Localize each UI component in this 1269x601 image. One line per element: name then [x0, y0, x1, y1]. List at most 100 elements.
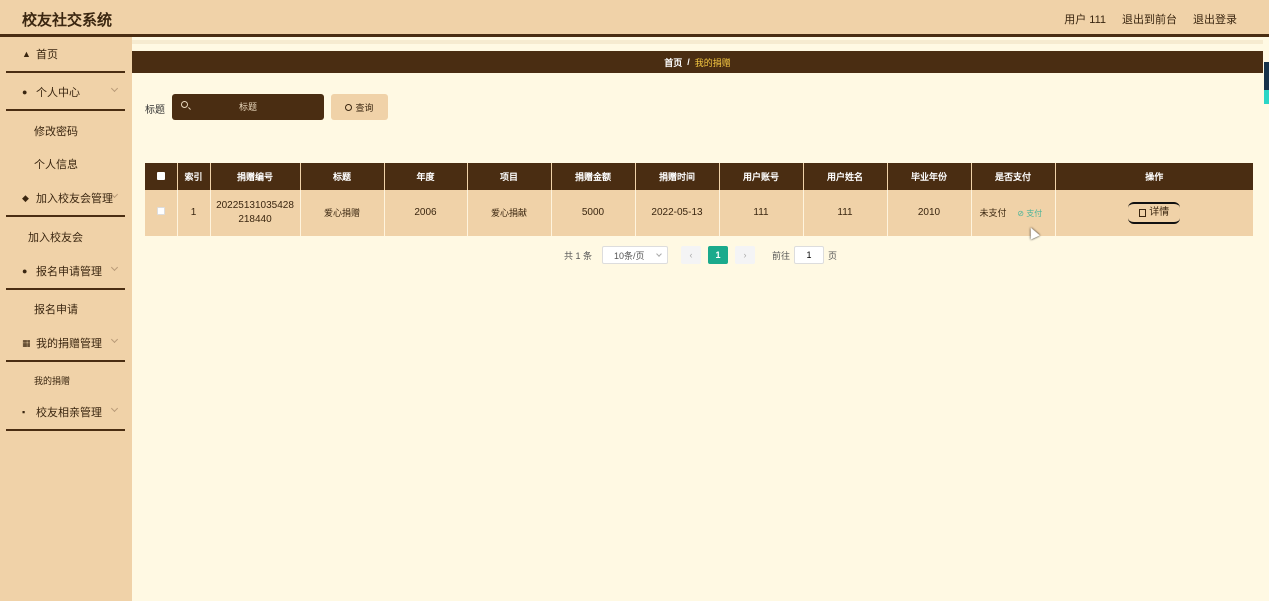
grid-icon: ▦	[22, 337, 31, 348]
user-label: 用户 111	[1064, 14, 1106, 26]
sidebar-item-change-password[interactable]: 修改密码	[6, 119, 125, 143]
sidebar-item-my-donation[interactable]: 我的捐赠	[6, 368, 125, 392]
table-row: 1 20225131035428 218440 爱心捐赠 2006 爱心捐献 5…	[145, 190, 1253, 236]
next-page-button[interactable]: ›	[735, 246, 756, 264]
search-icon	[345, 103, 353, 111]
column-header: 索引	[177, 163, 211, 190]
sidebar-item-label: 个人信息	[34, 159, 78, 171]
column-header: 用户姓名	[803, 163, 888, 190]
column-header: 用户账号	[719, 163, 804, 190]
sidebar-item-label: 报名申请	[34, 304, 78, 316]
search-input[interactable]	[196, 94, 300, 120]
cell-index: 1	[177, 190, 211, 236]
logout-link[interactable]: 退出登录	[1193, 11, 1237, 27]
page-size-value: 10条/页	[614, 250, 645, 261]
apps-icon: ▪	[22, 407, 26, 417]
sidebar-item-label: 我的捐赠	[34, 375, 71, 386]
sidebar-item-label: 加入校友会	[28, 232, 83, 244]
chevron-down-icon	[110, 84, 119, 93]
column-header: 是否支付	[971, 163, 1056, 190]
search-label: 标题	[145, 105, 165, 116]
donation-no-line-1: 20225131035428	[216, 200, 294, 211]
front-link[interactable]: 退出到前台	[1122, 11, 1177, 27]
sidebar-item-join-manage[interactable]: ◆ 加入校友会管理	[6, 181, 125, 217]
donation-no-line-2: 218440	[238, 214, 272, 225]
breadcrumb: 首页 / 我的捐赠	[132, 51, 1263, 73]
header-links: 用户 111 退出到前台 退出登录	[1064, 11, 1237, 27]
pay-icon: ⊘	[1017, 208, 1027, 218]
sidebar-item-label: 修改密码	[34, 126, 78, 138]
sidebar-item-label: 个人中心	[36, 87, 80, 99]
column-header: 捐赠金额	[551, 163, 636, 190]
search-icon	[181, 101, 188, 108]
pay-link-label: 支付	[1026, 208, 1043, 218]
page-number-current[interactable]: 1	[708, 246, 729, 264]
donation-table: 索引 捐赠编号 标题 年度 项目 捐赠金额 捐赠时间 用户账号 用户姓名 毕业年…	[145, 163, 1253, 236]
sidebar-item-signup[interactable]: 报名申请	[6, 297, 125, 321]
cell-donation-no: 20225131035428 218440	[210, 190, 301, 236]
sidebar-item-personal-center[interactable]: ● 个人中心	[6, 75, 125, 111]
chevron-down-icon	[656, 251, 662, 257]
goto-label: 前往	[772, 250, 791, 261]
column-header: 操作	[1055, 163, 1253, 190]
row-select-cell[interactable]	[145, 190, 178, 236]
sidebar-item-signup-manage[interactable]: ● 报名申请管理	[6, 254, 125, 290]
breadcrumb-home[interactable]: 首页	[664, 56, 682, 69]
sidebar-item-dating-manage[interactable]: ▪ 校友相亲管理	[6, 395, 125, 431]
column-header: 捐赠时间	[635, 163, 720, 190]
column-header: 捐赠编号	[210, 163, 301, 190]
sidebar-item-label: 我的捐赠管理	[36, 338, 102, 350]
cell-grad-year: 2010	[887, 190, 972, 236]
sidebar-item-personal-info[interactable]: 个人信息	[6, 152, 125, 176]
search-box	[172, 94, 324, 120]
document-icon	[1139, 209, 1147, 217]
detail-button[interactable]: 详情	[1128, 202, 1181, 224]
goto-page-input[interactable]	[794, 246, 825, 264]
detail-button-label: 详情	[1149, 207, 1170, 218]
location-icon: ●	[22, 266, 28, 276]
column-header: 项目	[467, 163, 552, 190]
top-strip	[132, 40, 1263, 44]
page-suffix: 页	[828, 250, 838, 261]
cell-account: 111	[719, 190, 804, 236]
scrollbar-accent	[1264, 90, 1269, 104]
table-header-row: 索引 捐赠编号 标题 年度 项目 捐赠金额 捐赠时间 用户账号 用户姓名 毕业年…	[145, 163, 1253, 190]
pagination: 共 1 条 10条/页 ‹ 1 › 前往 页	[564, 246, 837, 264]
sidebar-item-label: 加入校友会管理	[36, 193, 113, 205]
sidebar-item-label: 校友相亲管理	[36, 407, 102, 419]
main-content: 首页 / 我的捐赠 标题 查询 索引 捐赠编号 标题 年度 项目 捐赠金额	[132, 37, 1263, 601]
select-all-checkbox[interactable]	[156, 171, 165, 180]
cell-title: 爱心捐赠	[300, 190, 385, 236]
pay-link[interactable]: ⊘ 支付	[1017, 209, 1042, 218]
paid-status-text: 未支付	[979, 207, 1007, 218]
chevron-down-icon	[110, 335, 119, 344]
cell-paid-status: 未支付 ⊘ 支付	[971, 190, 1056, 236]
cell-name: 111	[803, 190, 888, 236]
column-header: 标题	[300, 163, 385, 190]
top-header: 校友社交系统 用户 111 退出到前台 退出登录	[0, 0, 1269, 37]
thumb-icon: ◆	[22, 192, 29, 203]
sidebar-item-home[interactable]: ▲ 首页	[6, 37, 125, 73]
chevron-down-icon	[110, 263, 119, 272]
cell-time: 2022-05-13	[635, 190, 720, 236]
user-icon: ●	[22, 87, 28, 97]
query-button[interactable]: 查询	[331, 94, 388, 120]
breadcrumb-separator: /	[687, 57, 690, 67]
pagination-total: 共 1 条	[564, 250, 593, 261]
sidebar-item-donation-manage[interactable]: ▦ 我的捐赠管理	[6, 326, 125, 362]
sidebar: ▲ 首页 ● 个人中心 修改密码 个人信息 ◆ 加入校友会管理 加入校友会 ● …	[0, 37, 132, 601]
breadcrumb-current: 我的捐赠	[694, 57, 731, 68]
cell-actions: 详情	[1055, 190, 1253, 236]
sidebar-item-join-club[interactable]: 加入校友会	[6, 225, 125, 249]
row-checkbox[interactable]	[156, 207, 165, 215]
cell-year: 2006	[384, 190, 468, 236]
home-icon: ▲	[22, 49, 31, 59]
prev-page-button[interactable]: ‹	[681, 246, 702, 264]
select-all-cell[interactable]	[145, 163, 178, 190]
chevron-down-icon	[110, 404, 119, 413]
column-header: 年度	[384, 163, 468, 190]
page-size-select[interactable]: 10条/页	[602, 246, 669, 264]
app-title: 校友社交系统	[22, 12, 113, 29]
cell-amount: 5000	[551, 190, 636, 236]
cell-project: 爱心捐献	[467, 190, 552, 236]
